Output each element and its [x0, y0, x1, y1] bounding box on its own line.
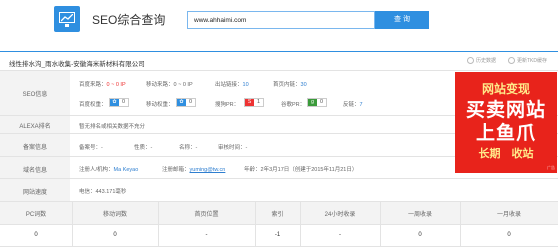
mobile-traffic-value: 0 ~ 0 IP: [173, 82, 193, 88]
outlinks-value[interactable]: 10: [243, 82, 249, 88]
stats-value-week[interactable]: 0: [380, 232, 460, 238]
registrant-value[interactable]: Ma Keyao: [114, 167, 139, 173]
ad-banner[interactable]: 网站变现 买卖网站 上鱼爪 长期 收站 广告: [455, 72, 557, 173]
age-label: 年龄：: [244, 167, 261, 173]
stats-value-month[interactable]: 0: [460, 232, 558, 238]
stats-value-mobile-words[interactable]: 0: [72, 232, 158, 238]
history-icon: [467, 57, 474, 65]
homelinks-value[interactable]: 30: [301, 82, 307, 88]
site-name: SEO综合查询: [92, 13, 166, 27]
speed-text: 电信：443.171毫秒: [79, 189, 127, 195]
icp-name-value: -: [195, 145, 198, 151]
icp-label: 备案信息: [22, 145, 47, 151]
alexa-label: ALEXA排名: [19, 124, 51, 130]
baidu-weight-label: 百度权重：: [79, 102, 107, 108]
google-pr-value: 0: [320, 99, 324, 105]
backlinks: 反链：7: [343, 100, 363, 108]
stats-header-mobile-words: 移动词数: [102, 212, 127, 218]
search-input[interactable]: www.ahhaimi.com: [187, 11, 375, 29]
stats-value-pc-words[interactable]: 0: [0, 232, 72, 238]
email-value[interactable]: yuming@tw.cn: [190, 167, 226, 173]
mobile-weight-badge[interactable]: ✿ 0: [176, 98, 197, 107]
age-value: 2年3月17日（创建于2015年11月21日）: [260, 167, 358, 173]
row-divider: [0, 178, 558, 179]
baidu-traffic: 百度来路：0 ~ 0 IP: [79, 80, 126, 88]
sogou-pr-label: 搜狗PR：: [215, 102, 240, 108]
icp-audit-label: 审核时间：: [218, 145, 246, 151]
icp-nature: 性质：-: [134, 143, 152, 151]
stats-value-24h: -: [339, 232, 341, 238]
refresh-icon: [508, 57, 515, 65]
icp-nature-value: -: [150, 145, 153, 151]
icp-nature-label: 性质：: [134, 145, 151, 151]
icp-name: 名称：-: [179, 143, 197, 151]
google-pr-badge[interactable]: g0: [307, 98, 328, 107]
monitor-icon: [59, 12, 75, 23]
stats-header-24h: 24小时收录: [324, 212, 356, 218]
icp-audit: 审核时间：-: [218, 143, 247, 151]
site-logo[interactable]: [54, 6, 80, 32]
monitor-stand: [65, 24, 69, 27]
email-label: 注册邮箱：: [162, 167, 190, 173]
icp-audit-value: -: [245, 145, 248, 151]
stats-header-week: 一周收录: [407, 212, 432, 218]
row-divider: [0, 246, 558, 247]
mobile-traffic: 移动来路：0 ~ 0 IP: [146, 80, 193, 88]
google-pr-label: 谷歌PR：: [281, 102, 306, 108]
alexa-text: 暂无排名或相关数据不充分: [79, 124, 146, 130]
domain-age: 年龄：2年3月17日（创建于2015年11月21日）: [244, 165, 357, 173]
baidu-traffic-label: 百度来路：: [79, 82, 107, 88]
mobile-traffic-label: 移动来路：: [146, 82, 174, 88]
outlinks-label: 出站链接：: [215, 82, 243, 88]
stats-header-home-position: 首页位置: [194, 212, 219, 218]
page-title: 线性排水沟_雨水收集-安徽海米新材料有限公司: [9, 61, 145, 68]
baidu-weight-badge[interactable]: ✿ 0: [109, 98, 130, 107]
stats-value-home-position: -: [205, 232, 208, 238]
stats-header-month: 一月收录: [496, 212, 521, 218]
google-icon: g: [308, 99, 317, 106]
icp-number: 备案号：-: [79, 143, 103, 151]
sogou-pr-value: 1: [257, 99, 261, 105]
stats-header-pc-words: PC词数: [25, 212, 47, 218]
outlinks: 出站链接：10: [215, 80, 249, 88]
stats-header-index: 索引: [271, 212, 284, 218]
row-divider: [0, 224, 558, 225]
mobile-weight-label: 移动权重：: [146, 102, 174, 108]
icp-number-value: -: [101, 145, 103, 151]
icp-number-label: 备案号：: [79, 145, 102, 151]
backlinks-label: 反链：: [343, 102, 360, 108]
email: 注册邮箱：yuming@tw.cn: [162, 165, 225, 173]
sogou-icon: S: [245, 99, 254, 106]
mobile-weight-value: 0: [189, 99, 193, 105]
registrant: 注册人/机构：Ma Keyao: [79, 165, 138, 173]
history-data-label: 历史数据: [476, 58, 497, 64]
row-divider: [0, 70, 558, 71]
icp-name-label: 名称：: [179, 145, 196, 151]
homelinks-label: 首页内链：: [273, 82, 301, 88]
baidu-traffic-value: 0 ~ 0 IP: [106, 82, 126, 88]
whois-label: 域名信息: [22, 168, 47, 174]
ad-line-3: 上鱼爪: [475, 123, 536, 144]
title-divider: [0, 51, 558, 52]
speed-label: 网站速度: [22, 190, 47, 196]
homelinks: 首页内链：30: [273, 80, 307, 88]
update-tkd-label: 更新TKD缓存: [517, 58, 548, 64]
ad-line-4: 长期 收站: [478, 148, 534, 160]
update-tkd-link[interactable]: 更新TKD缓存: [508, 57, 548, 65]
search-button[interactable]: 查 询: [375, 11, 429, 29]
paw-icon: ✿: [110, 99, 119, 106]
ad-tag: 广告: [547, 165, 555, 170]
baidu-weight-value: 0: [122, 99, 126, 105]
paw-icon: ✿: [177, 99, 186, 106]
stats-value-index[interactable]: -1: [255, 232, 300, 238]
seo-label: SEO信息: [22, 92, 48, 98]
sogou-pr-badge[interactable]: S1: [244, 98, 265, 107]
history-data-link[interactable]: 历史数据: [467, 57, 497, 65]
registrant-label: 注册人/机构：: [79, 167, 114, 173]
backlinks-value[interactable]: 7: [360, 102, 363, 108]
